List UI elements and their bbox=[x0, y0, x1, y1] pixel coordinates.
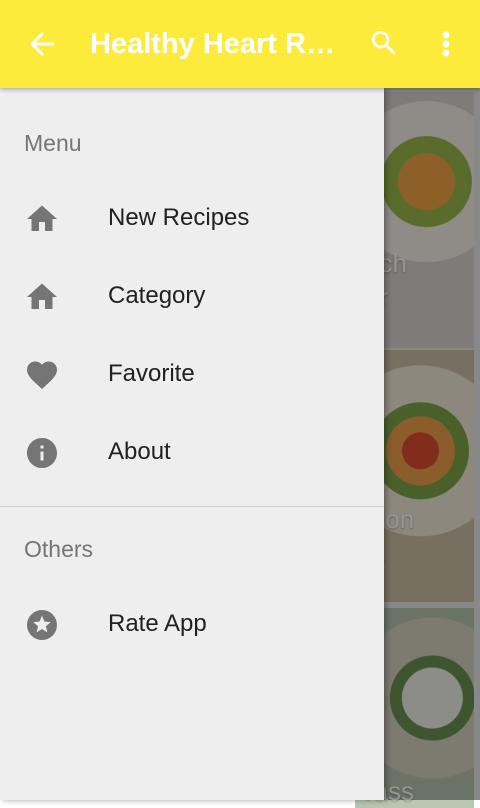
page-title: Healthy Heart Recipes bbox=[90, 28, 345, 60]
drawer-divider bbox=[0, 506, 384, 507]
drawer-item-label: About bbox=[108, 438, 171, 465]
drawer-item-label: Favorite bbox=[108, 360, 195, 387]
search-icon[interactable] bbox=[368, 27, 400, 59]
drawer-item-about[interactable]: About bbox=[0, 416, 384, 494]
drawer-item-label: Category bbox=[108, 282, 206, 309]
navigation-drawer: Menu New Recipes Category Favorite About… bbox=[0, 88, 384, 800]
drawer-item-rate-app[interactable]: Rate App bbox=[0, 588, 384, 666]
others-section-header: Others bbox=[24, 536, 94, 562]
home-icon bbox=[24, 201, 60, 237]
drawer-item-label: Rate App bbox=[108, 610, 207, 637]
drawer-item-label: New Recipes bbox=[108, 204, 250, 231]
app-bar: Healthy Heart Recipes bbox=[0, 0, 480, 88]
star-icon bbox=[24, 607, 60, 643]
more-vert-icon[interactable] bbox=[436, 26, 456, 62]
menu-section-header: Menu bbox=[24, 130, 82, 156]
home-icon bbox=[24, 279, 60, 315]
drawer-item-new-recipes[interactable]: New Recipes bbox=[0, 182, 384, 260]
arrow-back-icon[interactable] bbox=[24, 26, 60, 62]
heart-icon bbox=[24, 357, 60, 393]
drawer-item-category[interactable]: Category bbox=[0, 260, 384, 338]
info-icon bbox=[24, 435, 60, 471]
drawer-item-favorite[interactable]: Favorite bbox=[0, 338, 384, 416]
